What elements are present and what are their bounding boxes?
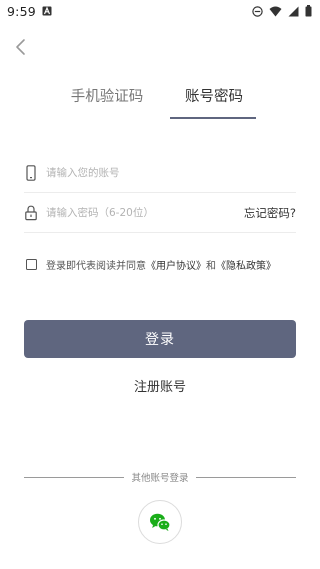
tab-account-password[interactable]: 账号密码 — [172, 85, 256, 121]
status-icons — [252, 5, 312, 17]
status-time: 9:59 — [7, 4, 36, 19]
forgot-password-link[interactable]: 忘记密码? — [244, 205, 296, 221]
signal-icon — [288, 6, 299, 16]
phone-icon — [26, 165, 36, 181]
account-field-row — [24, 153, 296, 193]
login-button[interactable]: 登录 — [24, 320, 296, 358]
agreement-checkbox[interactable] — [26, 258, 37, 270]
tab-sms-code[interactable]: 手机验证码 — [64, 85, 150, 121]
active-tab-indicator — [170, 117, 256, 119]
back-arrow-icon[interactable] — [10, 36, 32, 58]
privacy-policy-link[interactable]: 《隐私政策》 — [216, 261, 276, 272]
register-link[interactable]: 注册账号 — [0, 376, 320, 395]
login-tabs: 手机验证码 账号密码 — [0, 85, 320, 121]
divider-line-right — [196, 477, 296, 478]
wifi-icon — [269, 6, 282, 16]
notification-icon — [42, 6, 52, 16]
other-login-divider: 其他账号登录 — [24, 470, 296, 484]
account-input[interactable] — [46, 163, 246, 183]
agreement-prefix: 登录即代表阅读并同意 — [46, 260, 146, 272]
agreement-conjunction: 和 — [206, 260, 216, 272]
wechat-login-button[interactable] — [138, 500, 182, 544]
password-field-row: 忘记密码? — [24, 193, 296, 233]
dnd-icon — [252, 5, 263, 17]
password-input[interactable] — [46, 203, 246, 223]
agreement-text: 登录即代表阅读并同意《用户协议》和《隐私政策》 — [46, 257, 276, 272]
battery-icon — [305, 5, 312, 17]
user-agreement-link[interactable]: 《用户协议》 — [146, 261, 206, 272]
wechat-icon — [150, 513, 171, 531]
agreement-row: 登录即代表阅读并同意《用户协议》和《隐私政策》 — [26, 256, 306, 272]
status-bar: 9:59 — [0, 0, 320, 24]
lock-icon — [25, 205, 37, 221]
